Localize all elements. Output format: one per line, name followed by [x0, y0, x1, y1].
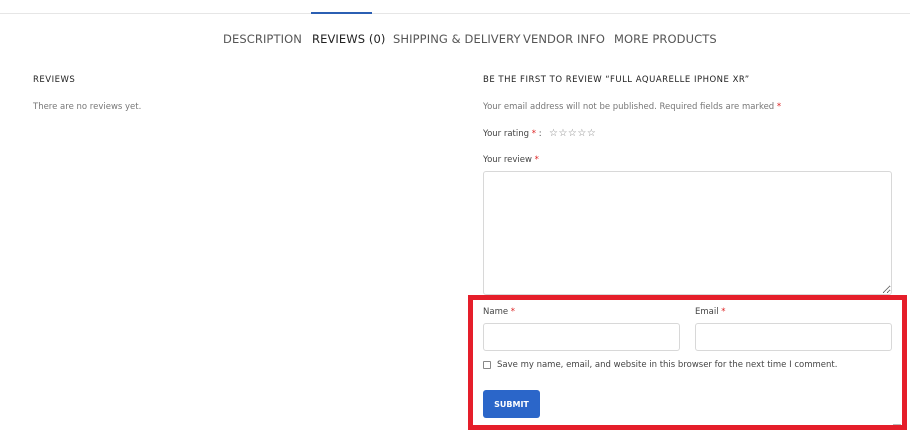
tab-vendor-info[interactable]: VENDOR INFO — [523, 13, 605, 65]
save-info-label[interactable]: Save my name, email, and website in this… — [497, 360, 837, 370]
submit-button[interactable]: SUBMIT — [483, 390, 540, 418]
name-label: Name * — [483, 307, 515, 317]
save-info-checkbox[interactable] — [483, 361, 491, 369]
product-tabs: DESCRIPTION REVIEWS (0) SHIPPING & DELIV… — [0, 12, 910, 65]
required-asterisk: * — [776, 102, 782, 112]
email-label: Email * — [695, 307, 726, 317]
no-reviews-message: There are no reviews yet. — [33, 102, 142, 112]
email-notice-text: Your email address will not be published… — [483, 102, 775, 112]
review-textarea[interactable] — [483, 171, 892, 295]
tab-description[interactable]: DESCRIPTION — [223, 13, 302, 65]
review-form-heading: BE THE FIRST TO REVIEW “FULL AQUARELLE I… — [483, 75, 750, 85]
rating-label-text: Your rating — [483, 129, 530, 139]
rating-label-colon: : — [538, 129, 542, 139]
tab-more-products[interactable]: MORE PRODUCTS — [614, 13, 717, 65]
email-input[interactable] — [695, 323, 892, 351]
name-input[interactable] — [483, 323, 680, 351]
save-info-row: Save my name, email, and website in this… — [483, 359, 837, 371]
reviews-heading: REVIEWS — [33, 75, 76, 85]
review-label: Your review * — [483, 155, 539, 165]
name-label-text: Name — [483, 307, 509, 317]
required-asterisk: * — [534, 155, 539, 165]
email-notice: Your email address will not be published… — [483, 102, 781, 112]
rating-stars[interactable]: ☆☆☆☆☆ — [549, 128, 596, 139]
corner-mark — [893, 424, 901, 425]
email-label-text: Email — [695, 307, 719, 317]
required-asterisk: * — [510, 307, 516, 317]
review-label-text: Your review — [483, 155, 532, 165]
required-asterisk: * — [721, 307, 726, 317]
required-asterisk: * — [531, 129, 536, 139]
tab-shipping-delivery[interactable]: SHIPPING & DELIVERY — [393, 13, 521, 65]
rating-label: Your rating * : — [483, 129, 542, 139]
tab-reviews[interactable]: REVIEWS (0) — [311, 12, 385, 65]
